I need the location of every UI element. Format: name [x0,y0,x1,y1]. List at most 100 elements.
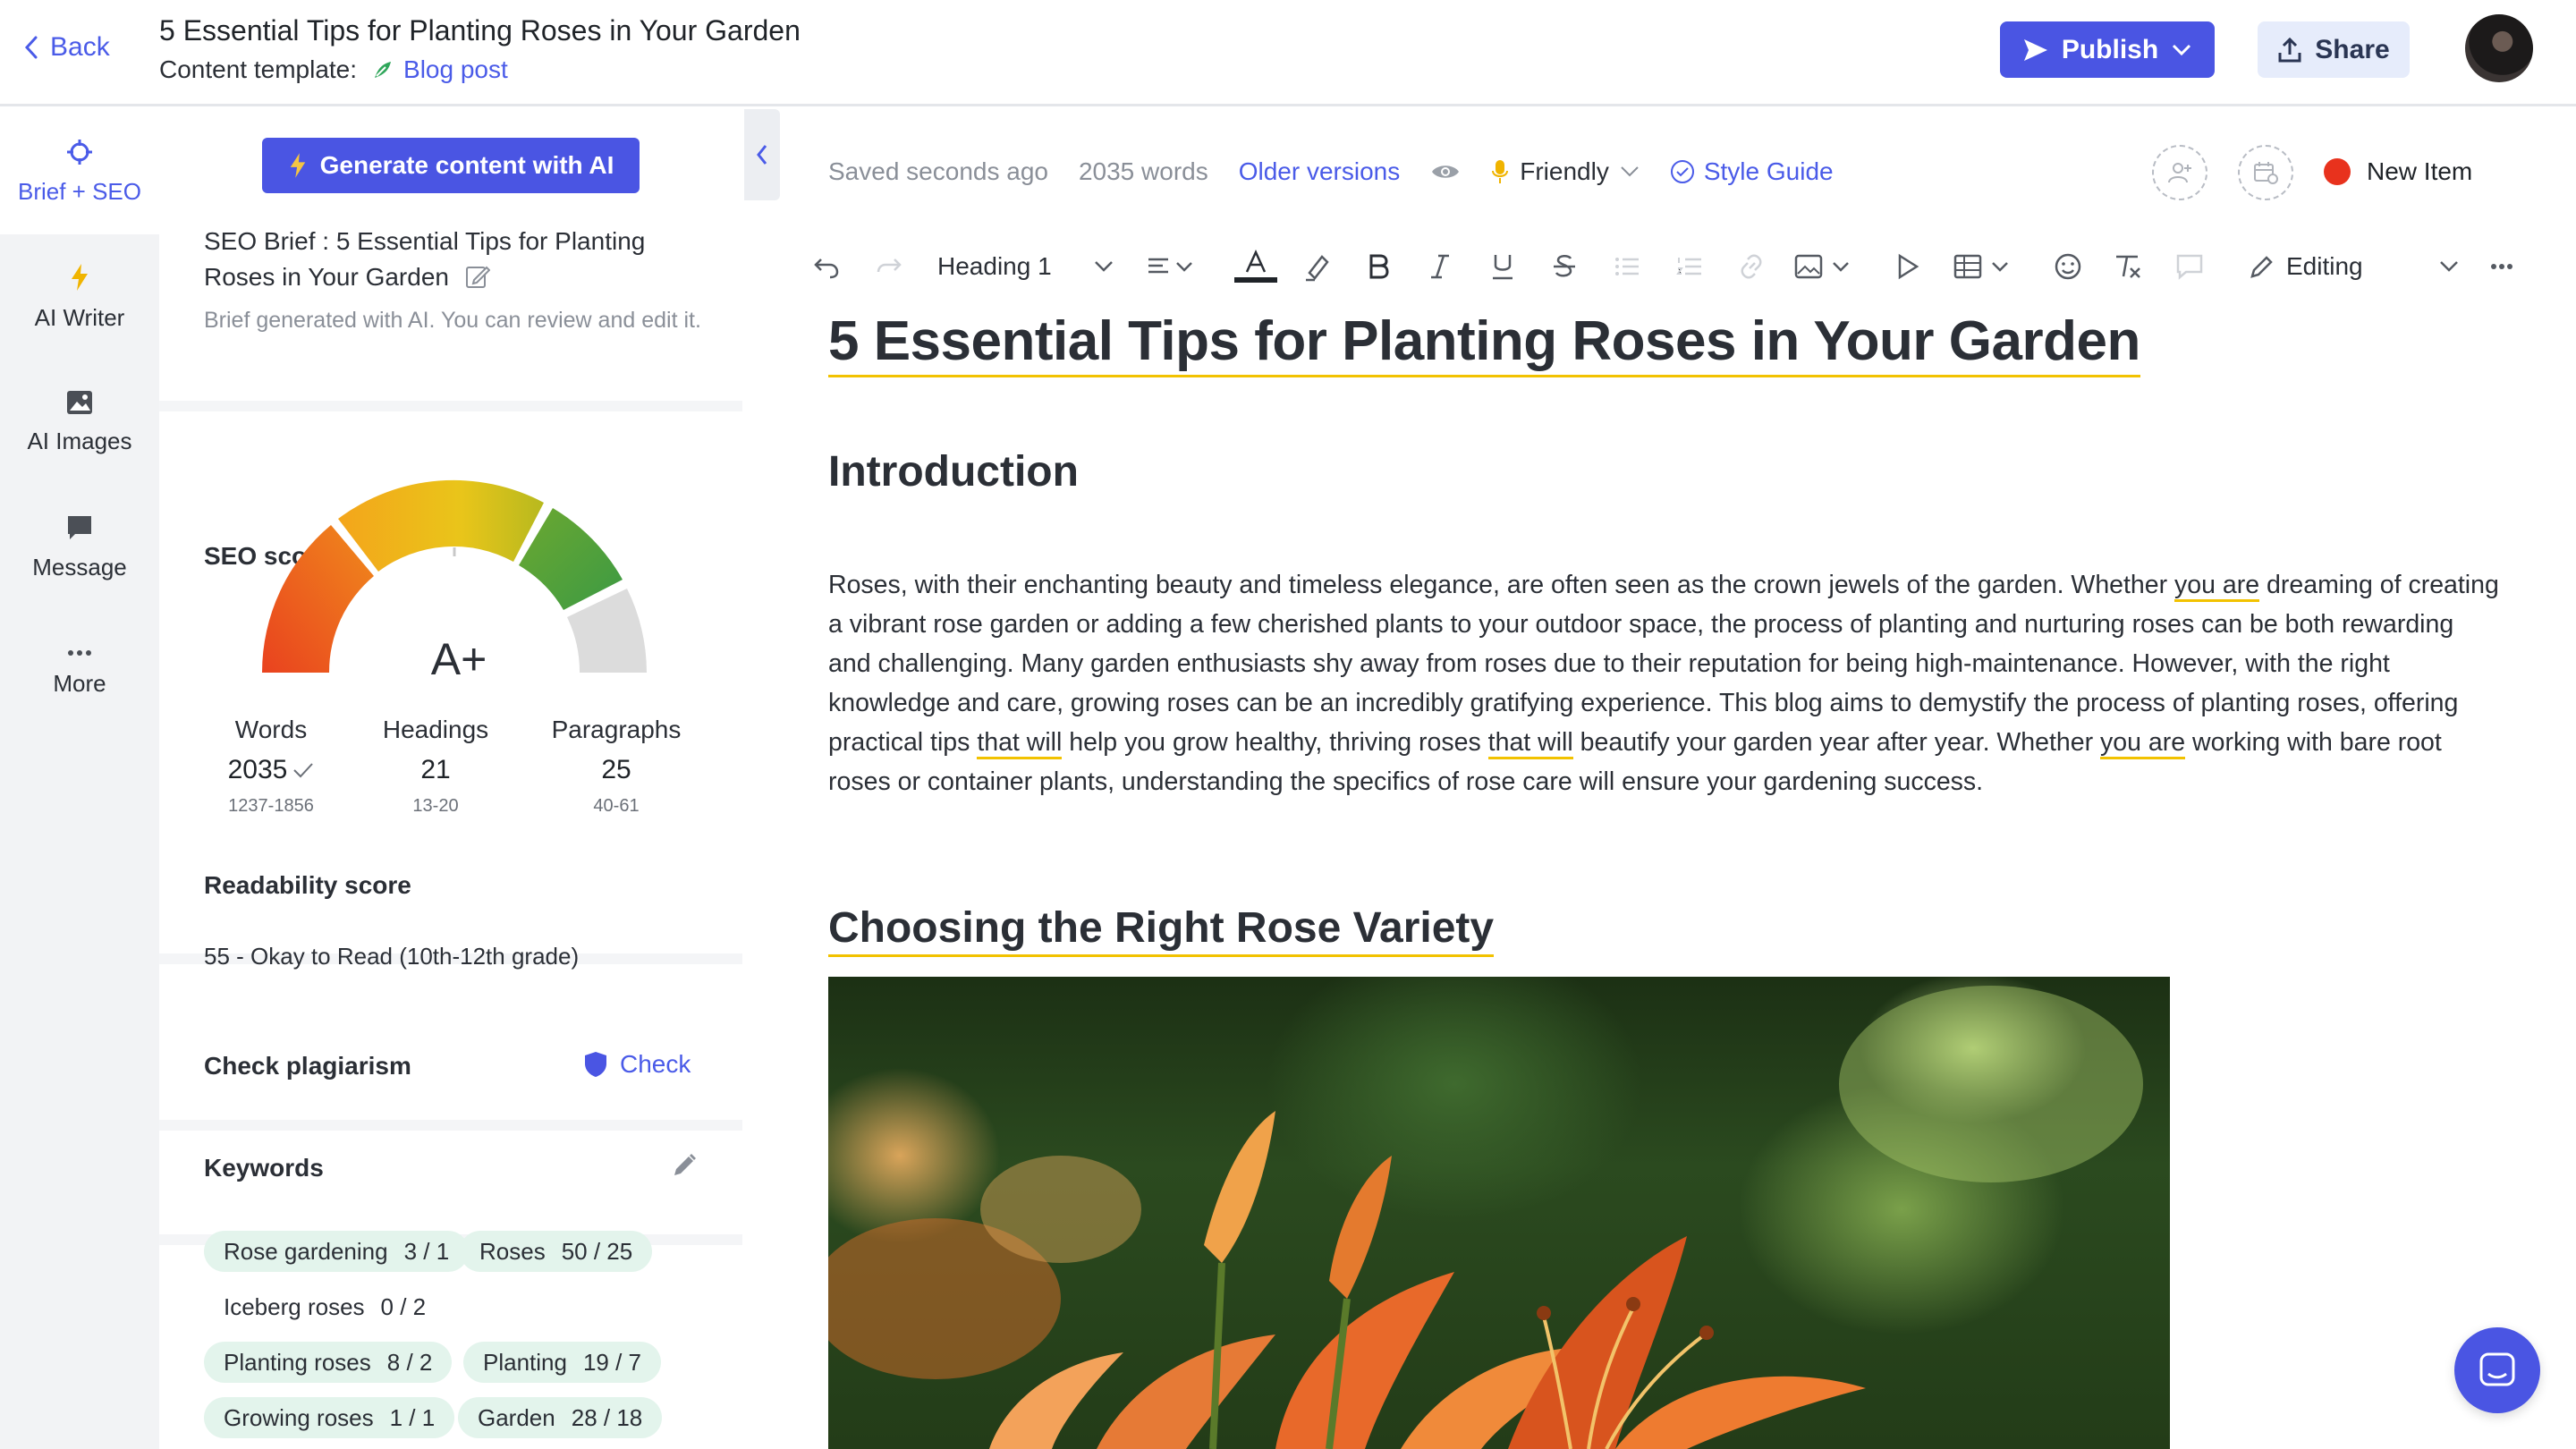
emoji-icon[interactable] [2054,242,2082,292]
image-insert-icon[interactable] [1794,242,1857,292]
editor-toolbar: Heading 1 Editing [812,242,2512,292]
word-count: 2035 words [1078,157,1208,185]
bullet-list-icon[interactable] [1614,242,1640,292]
keyword-count: 0 / 2 [380,1292,427,1320]
keyword-chip[interactable]: Rose gardening 3 / 1 [204,1231,470,1272]
nav-item-brief-seo[interactable]: Brief + SEO [0,109,159,234]
article-title[interactable]: 5 Essential Tips for Planting Roses in Y… [828,309,2140,377]
blog-post-icon [369,56,396,83]
collapse-panel-button[interactable] [744,109,780,200]
keyword-count: 50 / 25 [561,1237,633,1265]
flagged-phrase[interactable]: that will [977,728,1063,759]
keyword-name: Roses [479,1237,546,1265]
nav-item-label: Message [32,553,127,580]
bolt-icon [288,152,308,179]
keyword-count: 19 / 7 [582,1348,642,1376]
numbered-list-icon[interactable] [1676,242,1703,292]
crosshair-icon [66,139,93,165]
keywords-heading: Keywords [204,1154,324,1182]
stat-range: 13-20 [412,796,459,816]
flagged-phrase[interactable]: you are [2100,728,2186,759]
older-versions-link[interactable]: Older versions [1239,157,1401,186]
keyword-chip[interactable]: Iceberg roses 0 / 2 [204,1286,446,1327]
keyword-name: Planting roses [224,1348,371,1376]
content-template-link[interactable]: Blog post [369,55,508,84]
readability-heading: Readability score [204,871,411,899]
status-new-item[interactable]: New Item [2324,157,2472,186]
readability-value: 55 - Okay to Read (10th-12th grade) [204,943,580,970]
nav-item-more[interactable]: More [0,610,159,735]
plagiarism-heading: Check plagiarism [204,1052,411,1080]
share-button[interactable]: Share [2258,21,2410,78]
nav-item-message[interactable]: Message [0,485,159,610]
style-guide-button[interactable]: Style Guide [1670,157,1834,186]
keyword-count: 1 / 1 [389,1403,436,1431]
keyword-chip[interactable]: Planting roses 8 / 2 [204,1342,453,1383]
stat-label: Words [234,716,308,743]
undo-icon[interactable] [812,242,841,292]
chevron-down-icon[interactable] [1093,242,1114,292]
nav-item-ai-images[interactable]: AI Images [0,360,159,485]
align-icon[interactable] [1147,242,1197,292]
nav-item-ai-writer[interactable]: AI Writer [0,234,159,360]
stat-value: 21 [420,755,451,784]
keyword-chip[interactable]: Planting 19 / 7 [463,1342,662,1383]
stat-paragraphs: Paragraphs 25 40-61 [540,716,692,817]
share-label: Share [2315,34,2390,64]
bold-icon[interactable] [1367,242,1390,292]
flagged-phrase[interactable]: that will [1487,728,1573,759]
image-icon [66,390,93,415]
assign-user-button[interactable] [2152,145,2207,200]
redo-icon[interactable] [875,242,903,292]
editor-status-row: Saved seconds ago 2035 words Older versi… [828,157,1834,186]
style-guide-label: Style Guide [1703,157,1834,185]
text-color-icon[interactable] [1233,242,1279,292]
nav-item-label: More [53,669,106,697]
flagged-phrase[interactable]: you are [2174,571,2260,602]
edit-icon[interactable] [465,264,490,289]
keyword-name: Growing roses [224,1403,374,1431]
more-options-icon[interactable] [2490,242,2513,292]
keyword-chip[interactable]: Garden 28 / 18 [458,1397,663,1438]
chevron-down-icon[interactable] [2438,242,2460,292]
para-text: beautify your garden year after year. Wh… [1572,728,2101,757]
italic-icon[interactable] [1429,242,1451,292]
pencil-icon [2249,253,2275,280]
schedule-button[interactable] [2238,145,2293,200]
generate-content-button[interactable]: Generate content with AI [262,138,640,193]
underline-icon[interactable] [1490,242,1515,292]
block-type-select[interactable]: Heading 1 [937,242,1052,292]
keyword-chip[interactable]: Growing roses 1 / 1 [204,1397,455,1438]
mode-select[interactable]: Editing [2249,242,2363,292]
table-icon[interactable] [1953,242,2016,292]
strikethrough-icon[interactable] [1551,242,1578,292]
clear-format-icon[interactable] [2113,242,2143,292]
link-icon[interactable] [1737,242,1766,292]
back-button[interactable]: Back [23,32,110,63]
publish-label: Publish [2061,34,2159,64]
heading-choosing-variety[interactable]: Choosing the Right Rose Variety [828,903,1495,957]
user-avatar[interactable] [2465,14,2533,82]
play-icon[interactable] [1896,242,1919,292]
keyword-count: 8 / 2 [386,1348,433,1376]
check-label: Check [620,1050,691,1078]
heading-introduction[interactable]: Introduction [828,447,1079,496]
tone-selector[interactable]: Friendly [1491,157,1640,186]
brief-panel: Generate content with AI SEO Brief : 5 E… [159,109,742,1449]
keyword-chip[interactable]: Roses 50 / 25 [460,1231,653,1272]
check-plagiarism-button[interactable]: Check [584,1050,691,1079]
shield-icon [584,1051,607,1078]
highlight-icon[interactable] [1302,242,1333,292]
chevron-down-icon [1620,165,1640,178]
left-nav: Brief + SEO AI Writer AI Images Message … [0,109,159,1449]
comment-icon[interactable] [2175,242,2204,292]
chat-support-button[interactable] [2454,1327,2540,1413]
send-icon [2022,38,2049,63]
eye-icon[interactable] [1430,162,1461,182]
publish-button[interactable]: Publish [2000,21,2215,78]
para-text: Roses, with their enchanting beauty and … [828,571,2175,599]
article-image[interactable] [828,977,2170,1449]
pencil-icon[interactable] [671,1152,698,1179]
intro-paragraph[interactable]: Roses, with their enchanting beauty and … [828,565,2501,801]
nav-item-label: AI Images [27,427,132,454]
